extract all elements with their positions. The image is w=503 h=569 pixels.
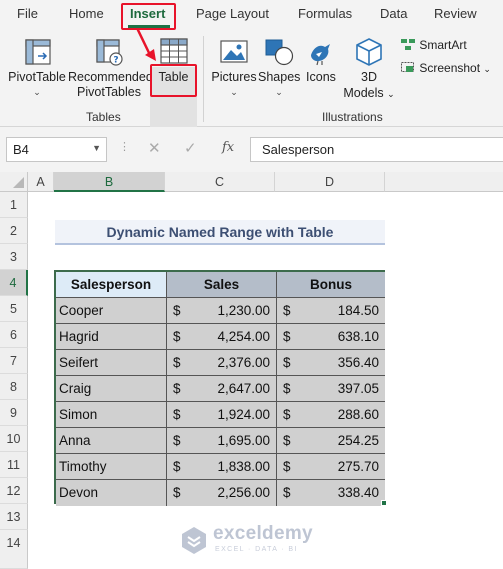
tab-review[interactable]: Review — [434, 6, 477, 21]
cell-sales[interactable]: $1,230.00 — [167, 298, 277, 324]
cell-bonus[interactable]: $356.40 — [277, 350, 385, 376]
pivottable-icon — [25, 39, 51, 65]
tab-home[interactable]: Home — [69, 6, 104, 21]
resize-handle-icon[interactable]: ⋮ — [119, 140, 130, 153]
cell-bonus[interactable]: $338.40 — [277, 480, 385, 506]
cell-salesperson[interactable]: Anna — [56, 428, 167, 454]
screenshot-icon — [401, 62, 414, 72]
cell-bonus[interactable]: $397.05 — [277, 376, 385, 402]
worksheet-grid[interactable]: A B C D 1 2 3 4 5 6 7 8 9 10 11 12 13 14… — [0, 172, 503, 569]
tab-data[interactable]: Data — [380, 6, 407, 21]
exceldemy-logo-icon — [182, 527, 206, 554]
shapes-icon — [265, 39, 294, 66]
cell-sales[interactable]: $1,924.00 — [167, 402, 277, 428]
chevron-down-icon: ⌄ — [483, 64, 491, 74]
cancel-icon[interactable]: ✕ — [148, 139, 161, 157]
smartart-button[interactable]: SmartArt — [400, 38, 467, 52]
ribbon-insert-panel: PivotTable ⌄ ? Recommended PivotTables T… — [0, 28, 503, 133]
chevron-down-icon[interactable]: ▼ — [92, 143, 101, 153]
row-header[interactable]: 10 — [0, 426, 28, 452]
cell-salesperson[interactable]: Cooper — [56, 298, 167, 324]
column-header-a[interactable]: A — [28, 172, 54, 192]
column-header-e[interactable] — [385, 172, 503, 192]
pictures-icon — [220, 40, 248, 63]
chevron-down-icon: ⌄ — [230, 87, 238, 97]
3d-cube-icon — [356, 38, 382, 66]
chevron-down-icon: ⌄ — [387, 89, 395, 99]
header-sales[interactable]: Sales — [167, 272, 277, 298]
cell-bonus[interactable]: $184.50 — [277, 298, 385, 324]
chevron-down-icon: ⌄ — [33, 87, 41, 97]
pivottable-button[interactable]: PivotTable ⌄ — [8, 30, 66, 105]
fill-handle[interactable] — [381, 500, 387, 506]
column-header-d[interactable]: D — [275, 172, 385, 192]
row-header[interactable]: 13 — [0, 504, 28, 530]
cell-salesperson[interactable]: Timothy — [56, 454, 167, 480]
cell-sales[interactable]: $2,256.00 — [167, 480, 277, 506]
icons-button[interactable]: Icons — [302, 30, 340, 105]
header-salesperson[interactable]: Salesperson — [56, 272, 167, 298]
cell-bonus[interactable]: $275.70 — [277, 454, 385, 480]
name-box[interactable]: B4 ▼ — [6, 137, 107, 162]
row-header[interactable]: 2 — [0, 218, 28, 244]
cell-salesperson[interactable]: Hagrid — [56, 324, 167, 350]
select-all-corner[interactable] — [0, 172, 28, 192]
cell-salesperson[interactable]: Devon — [56, 480, 167, 506]
row-header[interactable]: 4 — [0, 270, 28, 296]
row-header[interactable]: 11 — [0, 452, 28, 478]
cell-salesperson[interactable]: Craig — [56, 376, 167, 402]
formula-bar: B4 ▼ ⋮ ✕ ✓ fx Salesperson — [0, 127, 503, 172]
cell-sales[interactable]: $1,838.00 — [167, 454, 277, 480]
column-header-b[interactable]: B — [54, 172, 165, 192]
pictures-button[interactable]: Pictures ⌄ — [210, 30, 258, 105]
row-header[interactable]: 3 — [0, 244, 28, 270]
sheet-title[interactable]: Dynamic Named Range with Table — [55, 220, 385, 245]
chevron-down-icon: ⌄ — [275, 87, 283, 97]
cell-bonus[interactable]: $254.25 — [277, 428, 385, 454]
3d-models-button[interactable]: 3D Models ⌄ — [342, 30, 396, 105]
cell-sales[interactable]: $2,647.00 — [167, 376, 277, 402]
row-header[interactable]: 14 — [0, 530, 28, 569]
formula-input[interactable]: Salesperson — [250, 137, 503, 162]
column-header-c[interactable]: C — [165, 172, 275, 192]
row-header[interactable]: 12 — [0, 478, 28, 504]
group-label-tables: Tables — [86, 110, 121, 124]
arrow-annotation-icon — [135, 28, 156, 61]
group-separator — [203, 36, 204, 122]
tab-formulas[interactable]: Formulas — [298, 6, 352, 21]
cell-sales[interactable]: $1,695.00 — [167, 428, 277, 454]
row-header[interactable]: 5 — [0, 296, 28, 322]
row-header[interactable]: 8 — [0, 374, 28, 400]
header-bonus[interactable]: Bonus — [277, 272, 385, 298]
exceldemy-watermark: exceldemy EXCEL · DATA · BI — [179, 521, 329, 561]
table-button-highlight-box — [150, 64, 197, 97]
row-header[interactable]: 9 — [0, 400, 28, 426]
shapes-button[interactable]: Shapes ⌄ — [258, 30, 300, 105]
cell-bonus[interactable]: $288.60 — [277, 402, 385, 428]
group-label-illustrations: Illustrations — [322, 110, 383, 124]
tab-file[interactable]: File — [17, 6, 38, 21]
cell-sales[interactable]: $2,376.00 — [167, 350, 277, 376]
data-table[interactable]: Salesperson Sales Bonus Cooper $1,230.00… — [54, 270, 385, 506]
insert-tab-highlight-box — [121, 3, 176, 30]
cell-salesperson[interactable]: Seifert — [56, 350, 167, 376]
insert-function-icon[interactable]: fx — [222, 140, 234, 155]
table-icon — [160, 38, 188, 64]
formula-controls: ✕ ✓ fx — [134, 137, 242, 162]
cell-sales[interactable]: $4,254.00 — [167, 324, 277, 350]
cell-bonus[interactable]: $638.10 — [277, 324, 385, 350]
ribbon-tab-bar: File Home Insert Page Layout Formulas Da… — [0, 0, 503, 30]
bird-icon — [311, 44, 330, 66]
tab-page-layout[interactable]: Page Layout — [196, 6, 269, 21]
row-header[interactable]: 6 — [0, 322, 28, 348]
svg-text:?: ? — [113, 56, 118, 66]
select-all-triangle-icon — [13, 177, 24, 188]
recommended-pivottables-icon: ? — [96, 39, 123, 66]
cell-salesperson[interactable]: Simon — [56, 402, 167, 428]
check-icon[interactable]: ✓ — [184, 139, 197, 157]
row-header[interactable]: 7 — [0, 348, 28, 374]
screenshot-button[interactable]: Screenshot ⌄ — [400, 60, 491, 75]
row-header[interactable]: 1 — [0, 192, 28, 218]
smartart-icon — [401, 39, 415, 50]
